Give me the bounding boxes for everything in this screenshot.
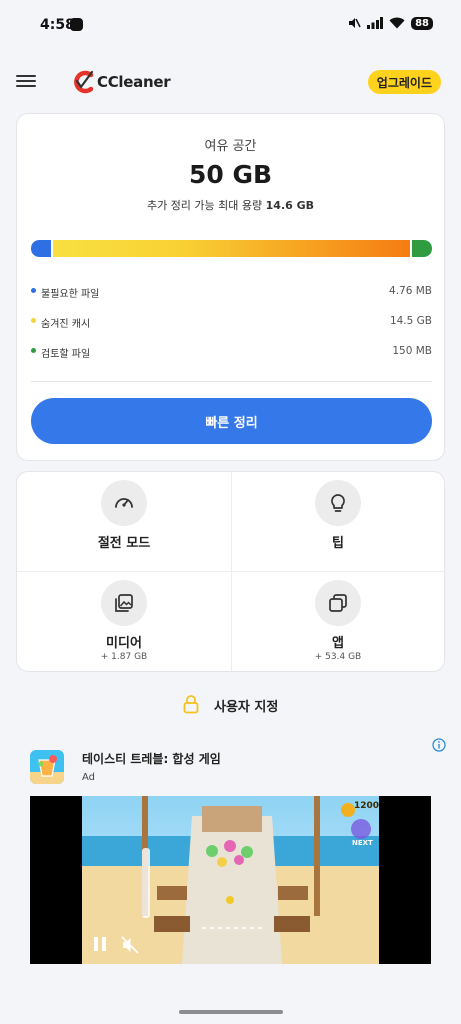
- usage-segment-junk: [31, 240, 51, 257]
- legend-value: 150 MB: [392, 345, 432, 357]
- usage-segment-cache: [53, 240, 410, 257]
- tile-tips[interactable]: 팁: [231, 472, 445, 572]
- tile-title: 앱: [332, 636, 344, 651]
- app-bar: CCleaner 업그레이드: [0, 60, 461, 104]
- brand-name: CCleaner: [97, 73, 171, 91]
- mute-status-icon: [347, 16, 361, 30]
- storage-card: 여유 공간 50 GB 추가 정리 가능 최대 용량 14.6 GB 불필요한 …: [16, 113, 445, 461]
- tile-media[interactable]: 미디어 + 1.87 GB: [17, 572, 231, 672]
- potential-cleanup-label: 추가 정리 가능 최대 용량: [146, 199, 266, 212]
- legend-dot-icon: [31, 288, 36, 293]
- mute-icon[interactable]: [121, 936, 139, 954]
- ad-app-icon[interactable]: [30, 750, 64, 784]
- legend-value: 4.76 MB: [389, 285, 432, 297]
- legend-value: 14.5 GB: [389, 315, 432, 327]
- lock-icon: [183, 695, 199, 714]
- battery-icon: 88: [411, 16, 433, 30]
- legend-dot-icon: [31, 318, 36, 323]
- photos-icon: [101, 580, 147, 626]
- speedometer-icon: [101, 480, 147, 526]
- ad-tag: Ad: [82, 772, 96, 783]
- legend-dot-icon: [31, 348, 36, 353]
- tile-title: 팁: [332, 536, 344, 551]
- tile-apps[interactable]: 앱 + 53.4 GB: [231, 572, 445, 672]
- storage-usage-bar: [31, 240, 432, 257]
- ad-next-label: NEXT: [352, 839, 373, 847]
- upgrade-button[interactable]: 업그레이드: [367, 70, 441, 94]
- hamburger-menu-icon[interactable]: [16, 72, 36, 90]
- ad-video[interactable]: 1200 NEXT: [30, 796, 431, 964]
- tile-subtitle: + 1.87 GB: [100, 652, 148, 662]
- home-indicator[interactable]: [179, 1010, 283, 1014]
- ad-title[interactable]: 테이스티 트레블: 합성 게임: [82, 750, 221, 767]
- ccleaner-logo: [74, 70, 94, 94]
- signal-icon: [367, 17, 384, 29]
- status-icons: 88: [347, 16, 433, 30]
- customize-label: 사용자 지정: [214, 700, 279, 715]
- quick-clean-button[interactable]: 빠른 정리: [31, 398, 432, 444]
- status-bar: 4:58 88: [0, 0, 461, 52]
- wifi-icon: [389, 17, 405, 29]
- legend-label: 불필요한 파일: [41, 289, 100, 300]
- tile-subtitle: + 53.4 GB: [314, 652, 362, 662]
- divider: [31, 381, 432, 382]
- legend-row-cache[interactable]: 숨겨진 캐시 14.5 GB: [31, 312, 432, 332]
- potential-cleanup-text: 추가 정리 가능 최대 용량 14.6 GB: [17, 197, 444, 213]
- feature-grid: 절전 모드 팁 미디어 + 1.87 GB 앱 + 53.4 GB: [16, 471, 445, 672]
- ad-coin-count: 1200: [354, 801, 380, 811]
- free-space-value: 50 GB: [188, 160, 273, 189]
- potential-cleanup-value: 14.6 GB: [265, 199, 315, 212]
- apps-icon: [315, 580, 361, 626]
- legend-row-review[interactable]: 검토할 파일 150 MB: [31, 342, 432, 362]
- ad-info-icon[interactable]: [432, 738, 446, 752]
- legend-row-junk[interactable]: 불필요한 파일 4.76 MB: [31, 282, 432, 302]
- tile-title: 절전 모드: [97, 536, 151, 551]
- customize-row[interactable]: 사용자 지정: [0, 692, 461, 718]
- recording-indicator-icon: [70, 18, 83, 31]
- pause-icon[interactable]: [92, 936, 108, 952]
- free-space-label: 여유 공간: [204, 139, 257, 154]
- legend-label: 숨겨진 캐시: [41, 319, 91, 330]
- lightbulb-icon: [315, 480, 361, 526]
- usage-segment-review: [412, 240, 432, 257]
- legend-label: 검토할 파일: [41, 349, 91, 360]
- tile-title: 미디어: [106, 636, 142, 651]
- tile-power-saving[interactable]: 절전 모드: [17, 472, 231, 572]
